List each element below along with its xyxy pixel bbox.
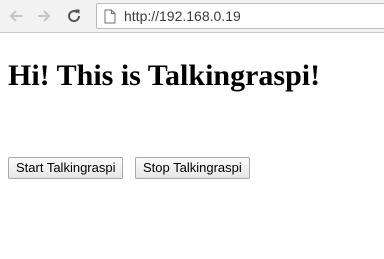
browser-toolbar: http://192.168.0.19 xyxy=(0,0,384,33)
page-icon xyxy=(104,9,116,24)
forward-button[interactable] xyxy=(33,5,55,27)
start-talkingraspi-button[interactable]: Start Talkingraspi xyxy=(8,157,124,179)
browser-window: http://192.168.0.19 Hi! This is Talkingr… xyxy=(0,0,384,259)
page-heading: Hi! This is Talkingraspi! xyxy=(8,59,321,92)
reload-button[interactable] xyxy=(63,5,85,27)
url-text: http://192.168.0.19 xyxy=(124,8,241,24)
stop-talkingraspi-button[interactable]: Stop Talkingraspi xyxy=(135,157,250,179)
arrow-right-icon xyxy=(38,10,51,22)
reload-icon xyxy=(68,9,81,23)
address-bar[interactable]: http://192.168.0.19 xyxy=(96,3,384,29)
page-content: Hi! This is Talkingraspi! Start Talkingr… xyxy=(0,33,384,259)
back-button[interactable] xyxy=(5,5,27,27)
arrow-left-icon xyxy=(9,10,22,22)
